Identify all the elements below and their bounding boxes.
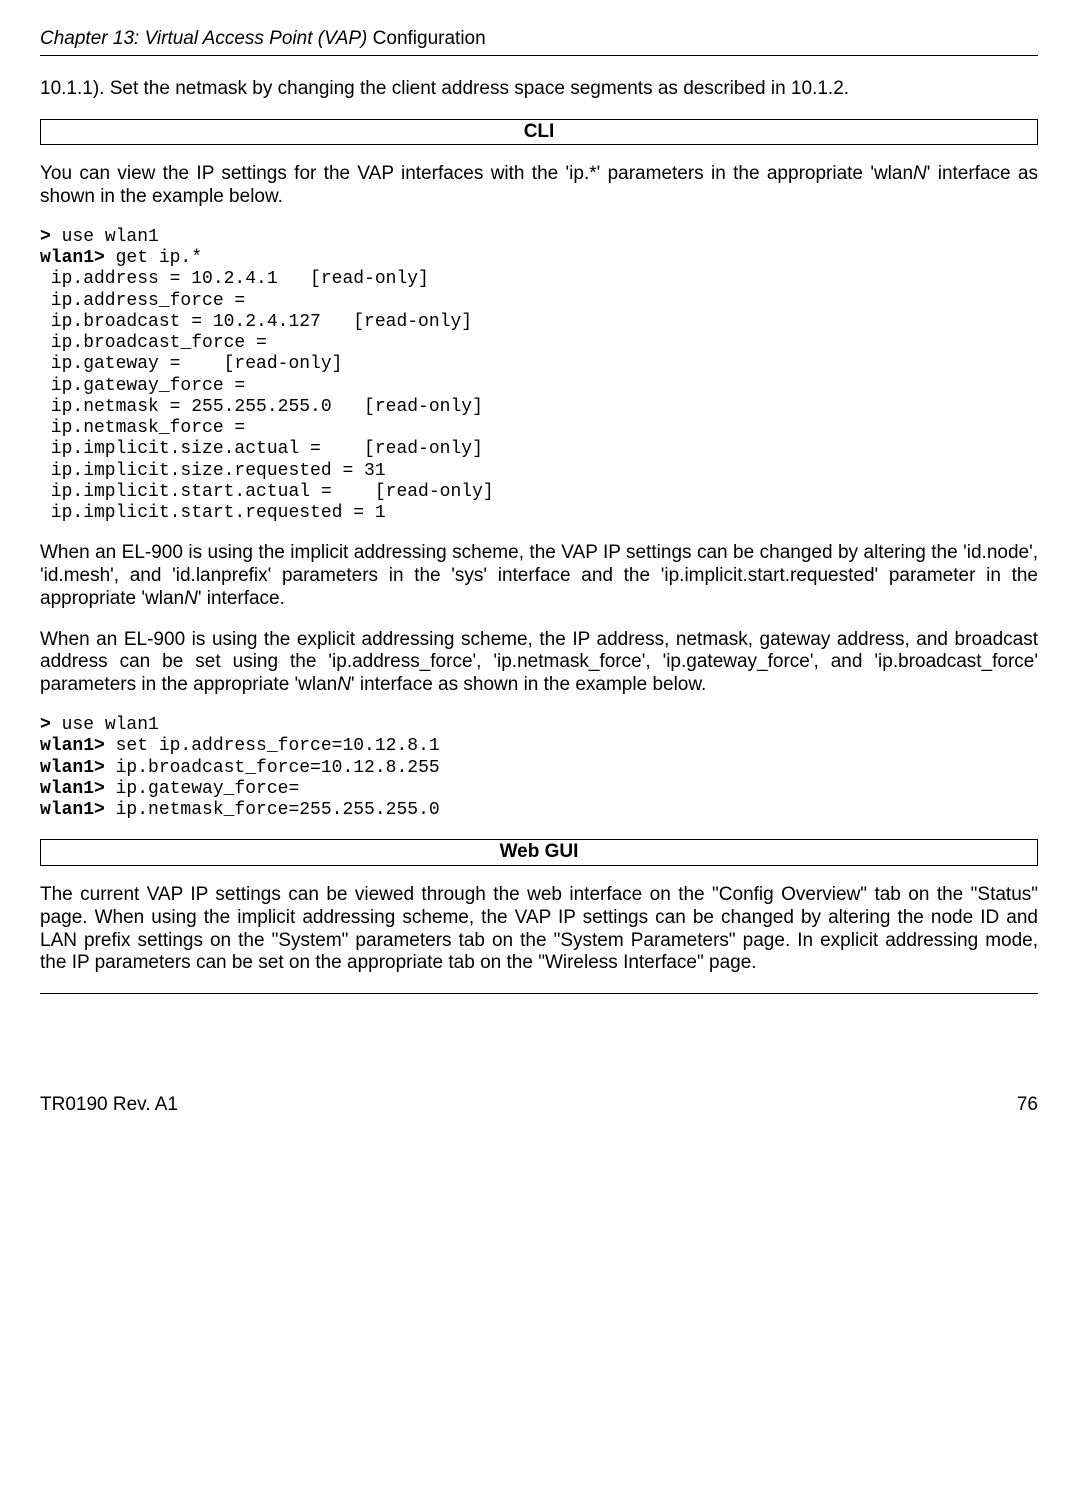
out: ip.broadcast = 10.2.4.127 [read-only] [40,312,472,332]
prompt: wlan1> [40,736,105,756]
cmd: ip.gateway_force= [105,779,299,799]
prompt: wlan1> [40,779,105,799]
prompt: > [40,715,51,735]
text: ' interface as shown in the example belo… [351,674,706,695]
out: ip.gateway = [read-only] [40,354,342,374]
wlan-n-italic: N [913,163,927,184]
header-rule [40,55,1038,56]
text: You can view the IP settings for the VAP… [40,163,913,184]
chapter-title-plain: Configuration [373,28,486,49]
out: ip.implicit.start.actual = [read-only] [40,482,494,502]
cmd: get ip.* [105,248,202,268]
out: ip.address_force = [40,291,256,311]
prompt: wlan1> [40,248,105,268]
cli-block-2: > use wlan1 wlan1> set ip.address_force=… [40,715,1038,821]
prompt: > [40,227,51,247]
wlan-n-italic: N [337,674,351,695]
out: ip.gateway_force = [40,376,256,396]
cli-heading-box: CLI [40,119,1038,146]
out: ip.implicit.size.requested = 31 [40,461,386,481]
prompt: wlan1> [40,758,105,778]
cmd: use wlan1 [51,715,159,735]
paragraph-intro: 10.1.1). Set the netmask by changing the… [40,78,1038,101]
cmd: ip.netmask_force=255.255.255.0 [105,800,440,820]
footer-left: TR0190 Rev. A1 [40,1094,178,1117]
text: ' interface. [198,588,285,609]
cli-block-1: > use wlan1 wlan1> get ip.* ip.address =… [40,227,1038,524]
cmd: set ip.address_force=10.12.8.1 [105,736,440,756]
prompt: wlan1> [40,800,105,820]
webgui-heading-box: Web GUI [40,839,1038,866]
out: ip.address = 10.2.4.1 [read-only] [40,269,429,289]
out: ip.netmask_force = [40,418,256,438]
footer-page-number: 76 [1017,1094,1038,1117]
footer-rule [40,993,1038,994]
wlan-n-italic: N [184,588,198,609]
paragraph-webgui: The current VAP IP settings can be viewe… [40,884,1038,975]
paragraph-cli-intro: You can view the IP settings for the VAP… [40,163,1038,209]
out: ip.broadcast_force = [40,333,278,353]
page-footer: TR0190 Rev. A1 76 [40,1094,1038,1117]
out: ip.implicit.start.requested = 1 [40,503,386,523]
cmd: ip.broadcast_force=10.12.8.255 [105,758,440,778]
chapter-title-italic: Chapter 13: Virtual Access Point (VAP) [40,28,373,49]
paragraph-explicit: When an EL-900 is using the explicit add… [40,629,1038,697]
paragraph-implicit: When an EL-900 is using the implicit add… [40,542,1038,610]
out: ip.implicit.size.actual = [read-only] [40,439,483,459]
out: ip.netmask = 255.255.255.0 [read-only] [40,397,483,417]
page-header: Chapter 13: Virtual Access Point (VAP) C… [40,28,1038,51]
cmd: use wlan1 [51,227,159,247]
